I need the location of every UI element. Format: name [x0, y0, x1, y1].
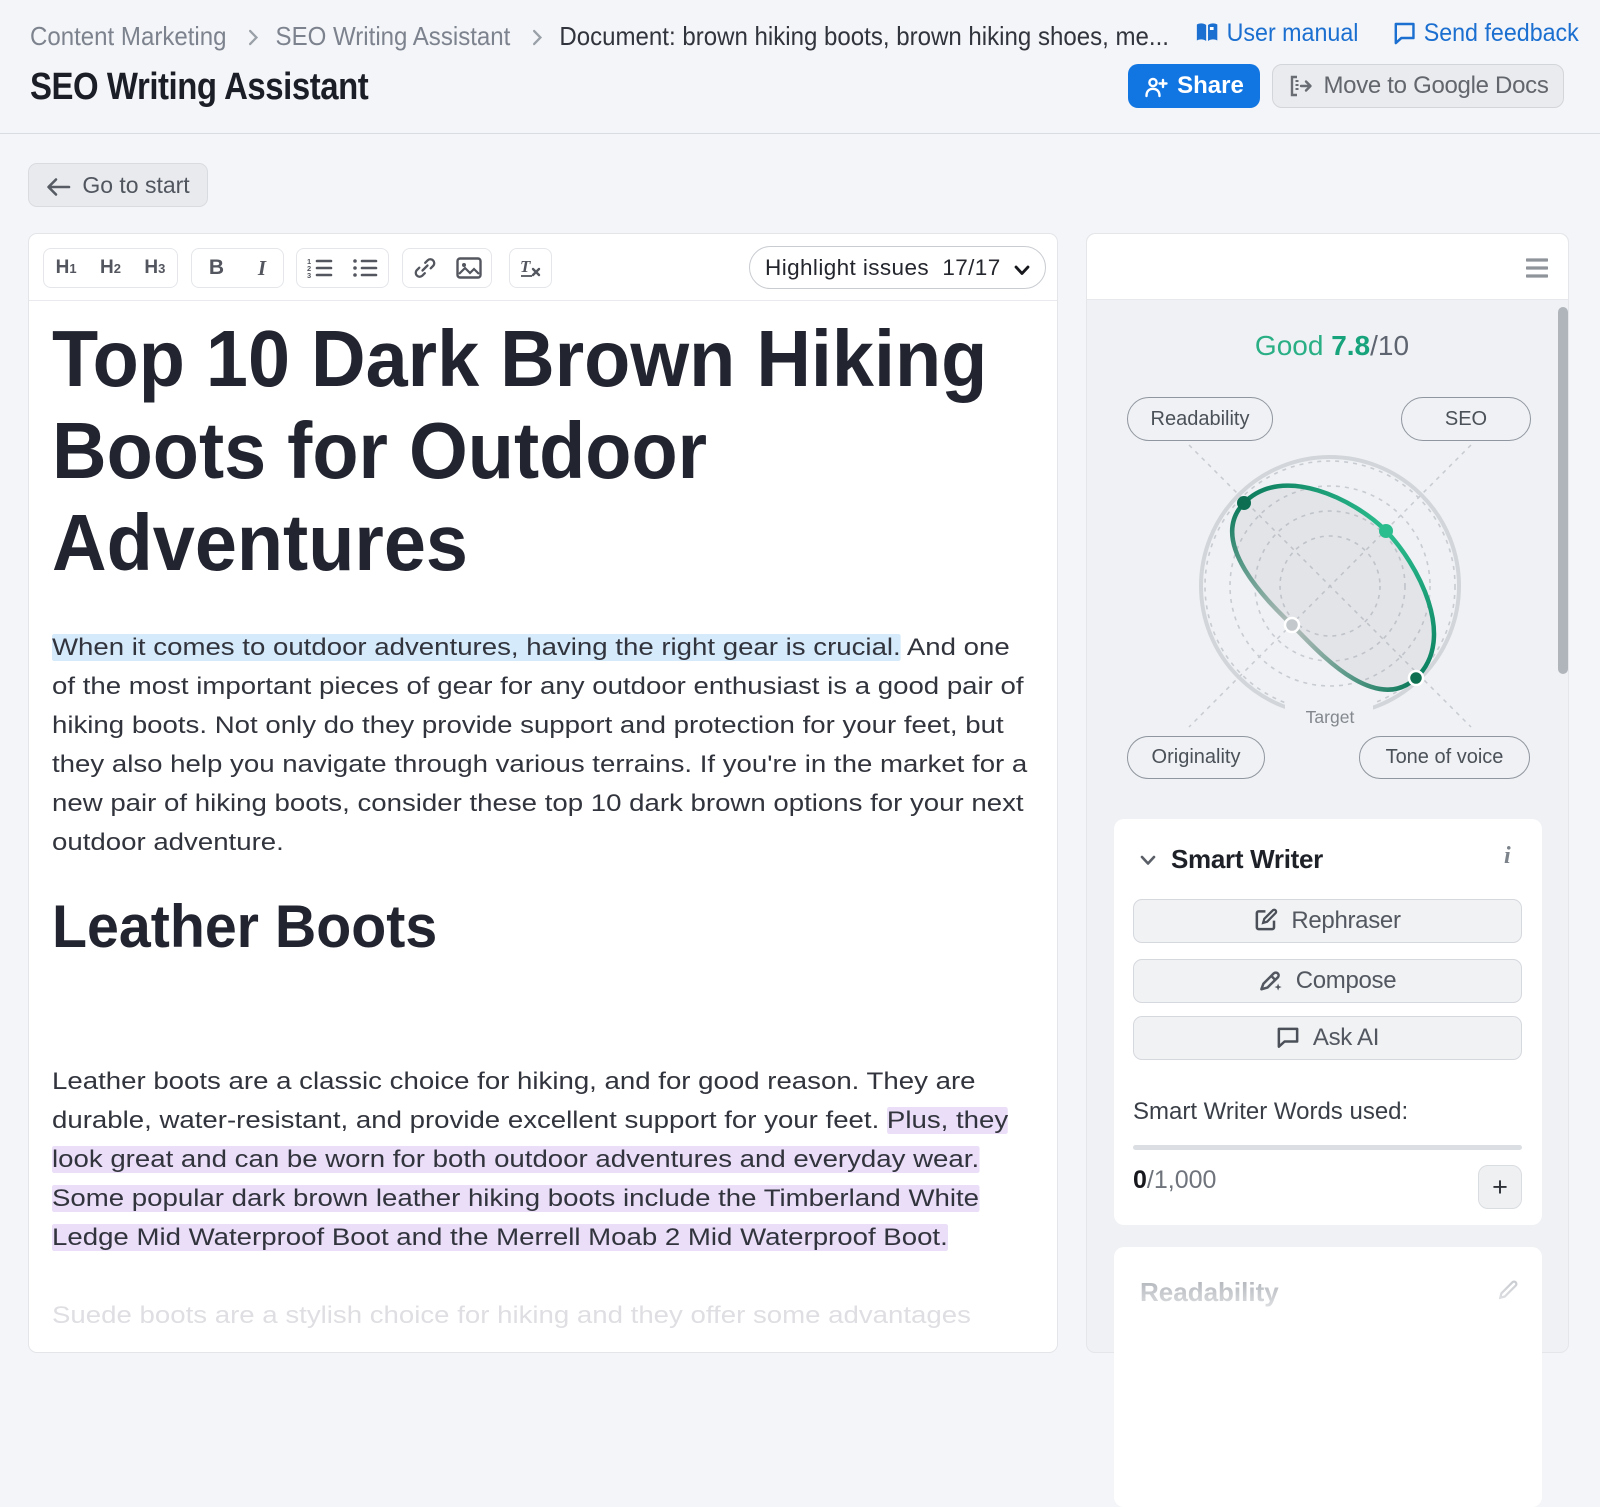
svg-text:3: 3 [307, 271, 311, 279]
svg-text:T: T [520, 257, 531, 276]
svg-text:Target: Target [1306, 707, 1355, 727]
